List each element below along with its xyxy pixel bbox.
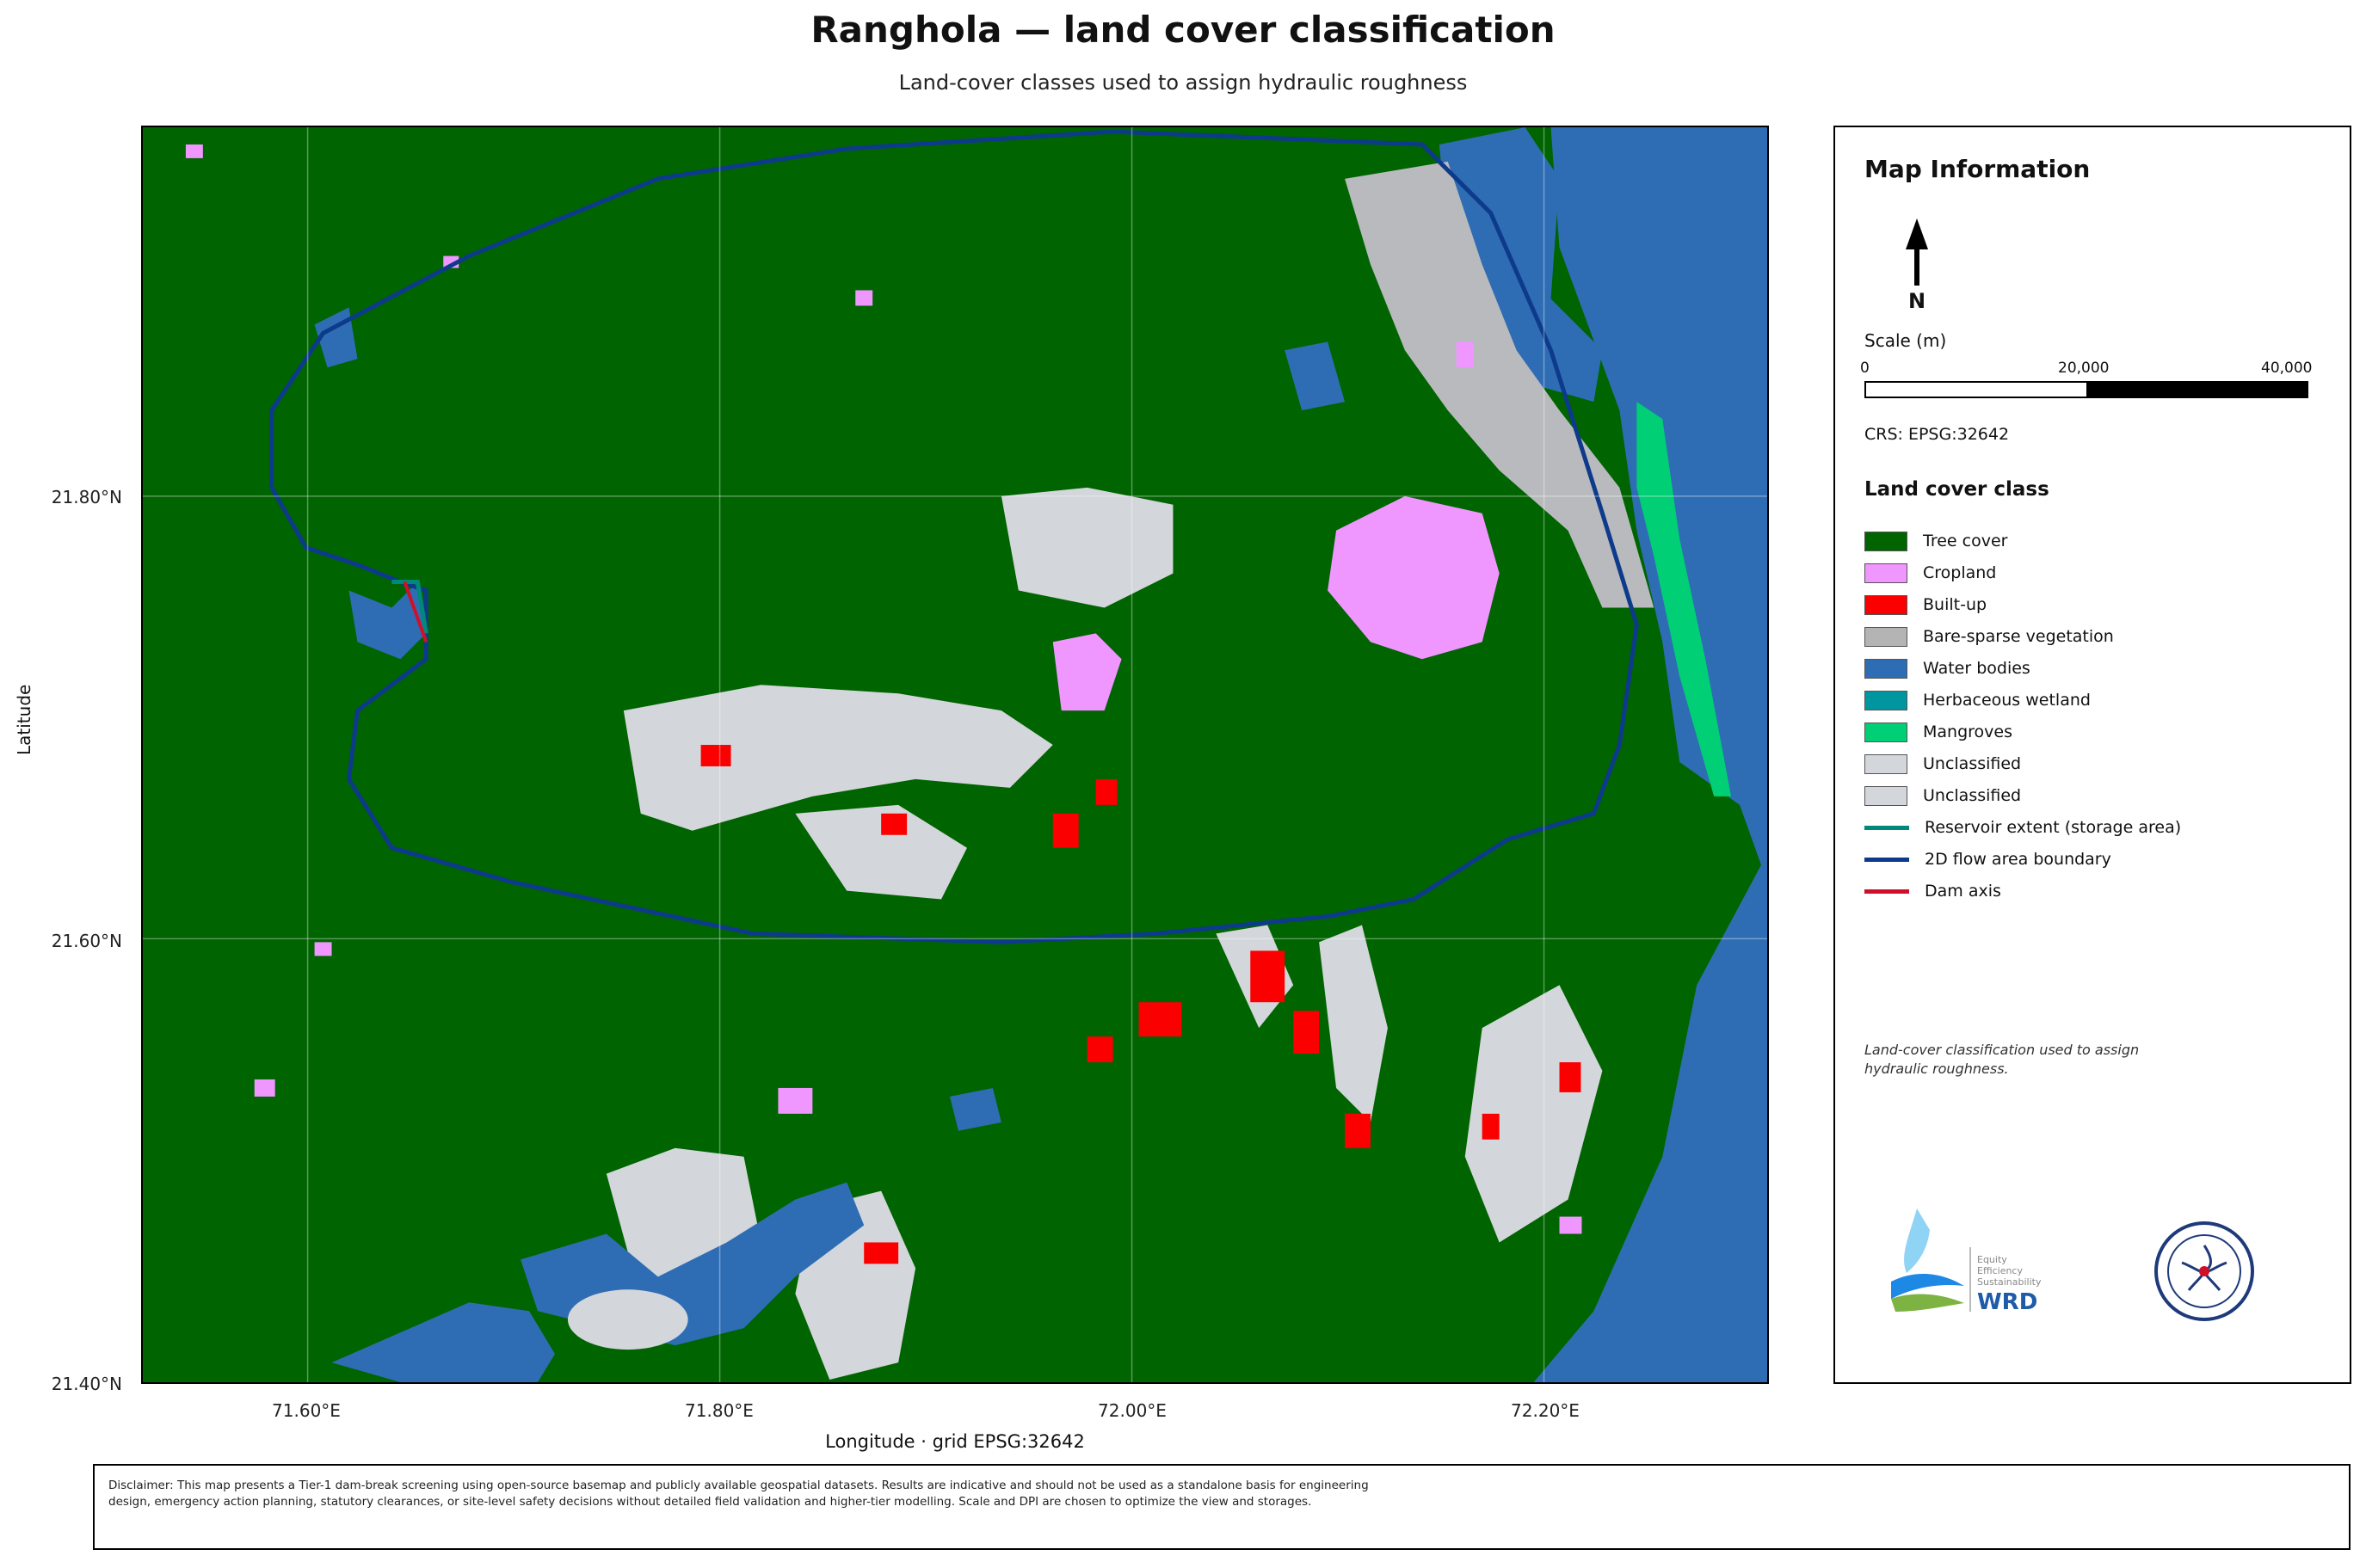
- page-title: Ranghola — land cover classification: [810, 9, 1556, 51]
- legend-item: Built-up: [1864, 593, 1987, 616]
- legend-swatch: [1864, 594, 1907, 615]
- scale-label-end: 40,000: [2261, 360, 2313, 377]
- legend-label: Tree cover: [1923, 532, 2008, 550]
- scale-bar-black: [2086, 383, 2307, 397]
- legend-label: Reservoir extent (storage area): [1925, 818, 2182, 837]
- legend-line-swatch: [1864, 825, 1909, 830]
- legend-swatch: [1864, 722, 1907, 742]
- disclaimer-box: Disclaimer: This map presents a Tier-1 d…: [93, 1464, 2351, 1550]
- scale-bar-white: [1866, 383, 2086, 397]
- legend-swatch: [1864, 753, 1907, 774]
- legend-item: Unclassified: [1864, 753, 2021, 775]
- legend-swatch: [1864, 690, 1907, 710]
- wrd-logo-icon: Equity Efficiency Sustainability WRD: [1891, 1208, 2042, 1315]
- legend-item: Dam axis: [1864, 880, 2001, 902]
- legend-label: Unclassified: [1923, 754, 2022, 773]
- disclaimer-text: Disclaimer: This map presents a Tier-1 d…: [108, 1479, 1369, 1509]
- legend-label: 2D flow area boundary: [1925, 850, 2111, 869]
- legend-label: Water bodies: [1923, 659, 2030, 678]
- legend-label: Cropland: [1923, 563, 1997, 582]
- legend-item: Bare-sparse vegetation: [1864, 625, 2114, 648]
- x-tick-label: 72.20°E: [1511, 1400, 1580, 1421]
- logo-text-equity: Equity: [1977, 1254, 2007, 1265]
- y-tick-label: 21.80°N: [51, 487, 122, 507]
- legend-line-swatch: [1864, 857, 1909, 862]
- x-tick-label: 71.60°E: [272, 1400, 341, 1421]
- info-panel-title: Map Information: [1864, 155, 2091, 183]
- scale-title: Scale (m): [1864, 330, 1947, 351]
- x-axis-label: Longitude · grid EPSG:32642: [825, 1431, 1085, 1452]
- land-cover-map[interactable]: [141, 126, 1769, 1384]
- legend-label: Dam axis: [1925, 882, 2001, 901]
- info-note: Land-cover classification used to assign…: [1864, 1042, 2140, 1077]
- legend-swatch: [1864, 626, 1907, 647]
- y-axis-label: Latitude: [14, 684, 34, 755]
- y-tick-label: 21.40°N: [51, 1374, 122, 1394]
- x-tick-label: 72.00°E: [1098, 1400, 1167, 1421]
- legend-label: Mangroves: [1923, 723, 2012, 741]
- scale-label-mid: 20,000: [2058, 360, 2110, 377]
- legend-item: Unclassified: [1864, 784, 2021, 807]
- legend-swatch: [1864, 531, 1907, 551]
- scale-label-0: 0: [1860, 360, 1870, 377]
- institution-seal-icon: [2154, 1221, 2254, 1321]
- legend-item: 2D flow area boundary: [1864, 848, 2111, 870]
- legend-swatch: [1864, 658, 1907, 679]
- legend-item: Tree cover: [1864, 530, 2007, 552]
- legend-title: Land cover class: [1864, 478, 2049, 501]
- scale-bar: [1864, 381, 2308, 398]
- north-label: N: [1907, 289, 1926, 313]
- x-tick-label: 71.80°E: [685, 1400, 754, 1421]
- legend-label: Built-up: [1923, 595, 1987, 614]
- map-canvas: [143, 127, 1767, 1382]
- southern-bay-island: [567, 1289, 688, 1350]
- legend-item: Mangroves: [1864, 721, 2012, 743]
- legend-label: Unclassified: [1923, 786, 2022, 805]
- logo-text-wrd: WRD: [1977, 1289, 2037, 1315]
- legend-swatch: [1864, 785, 1907, 806]
- crs-label: CRS: EPSG:32642: [1864, 425, 2010, 444]
- page-subtitle: Land-cover classes used to assign hydrau…: [898, 71, 1468, 95]
- legend-item: Water bodies: [1864, 657, 2030, 679]
- legend-item: Herbaceous wetland: [1864, 689, 2091, 711]
- y-tick-label: 21.60°N: [51, 931, 122, 951]
- logo-text-sustainability: Sustainability: [1977, 1276, 2042, 1288]
- legend-item: Cropland: [1864, 562, 1996, 584]
- legend-swatch: [1864, 563, 1907, 583]
- legend-line-swatch: [1864, 889, 1909, 894]
- legend-label: Herbaceous wetland: [1923, 691, 2091, 710]
- legend-label: Bare-sparse vegetation: [1923, 627, 2114, 646]
- logo-text-efficiency: Efficiency: [1977, 1265, 2023, 1276]
- legend-item: Reservoir extent (storage area): [1864, 816, 2181, 839]
